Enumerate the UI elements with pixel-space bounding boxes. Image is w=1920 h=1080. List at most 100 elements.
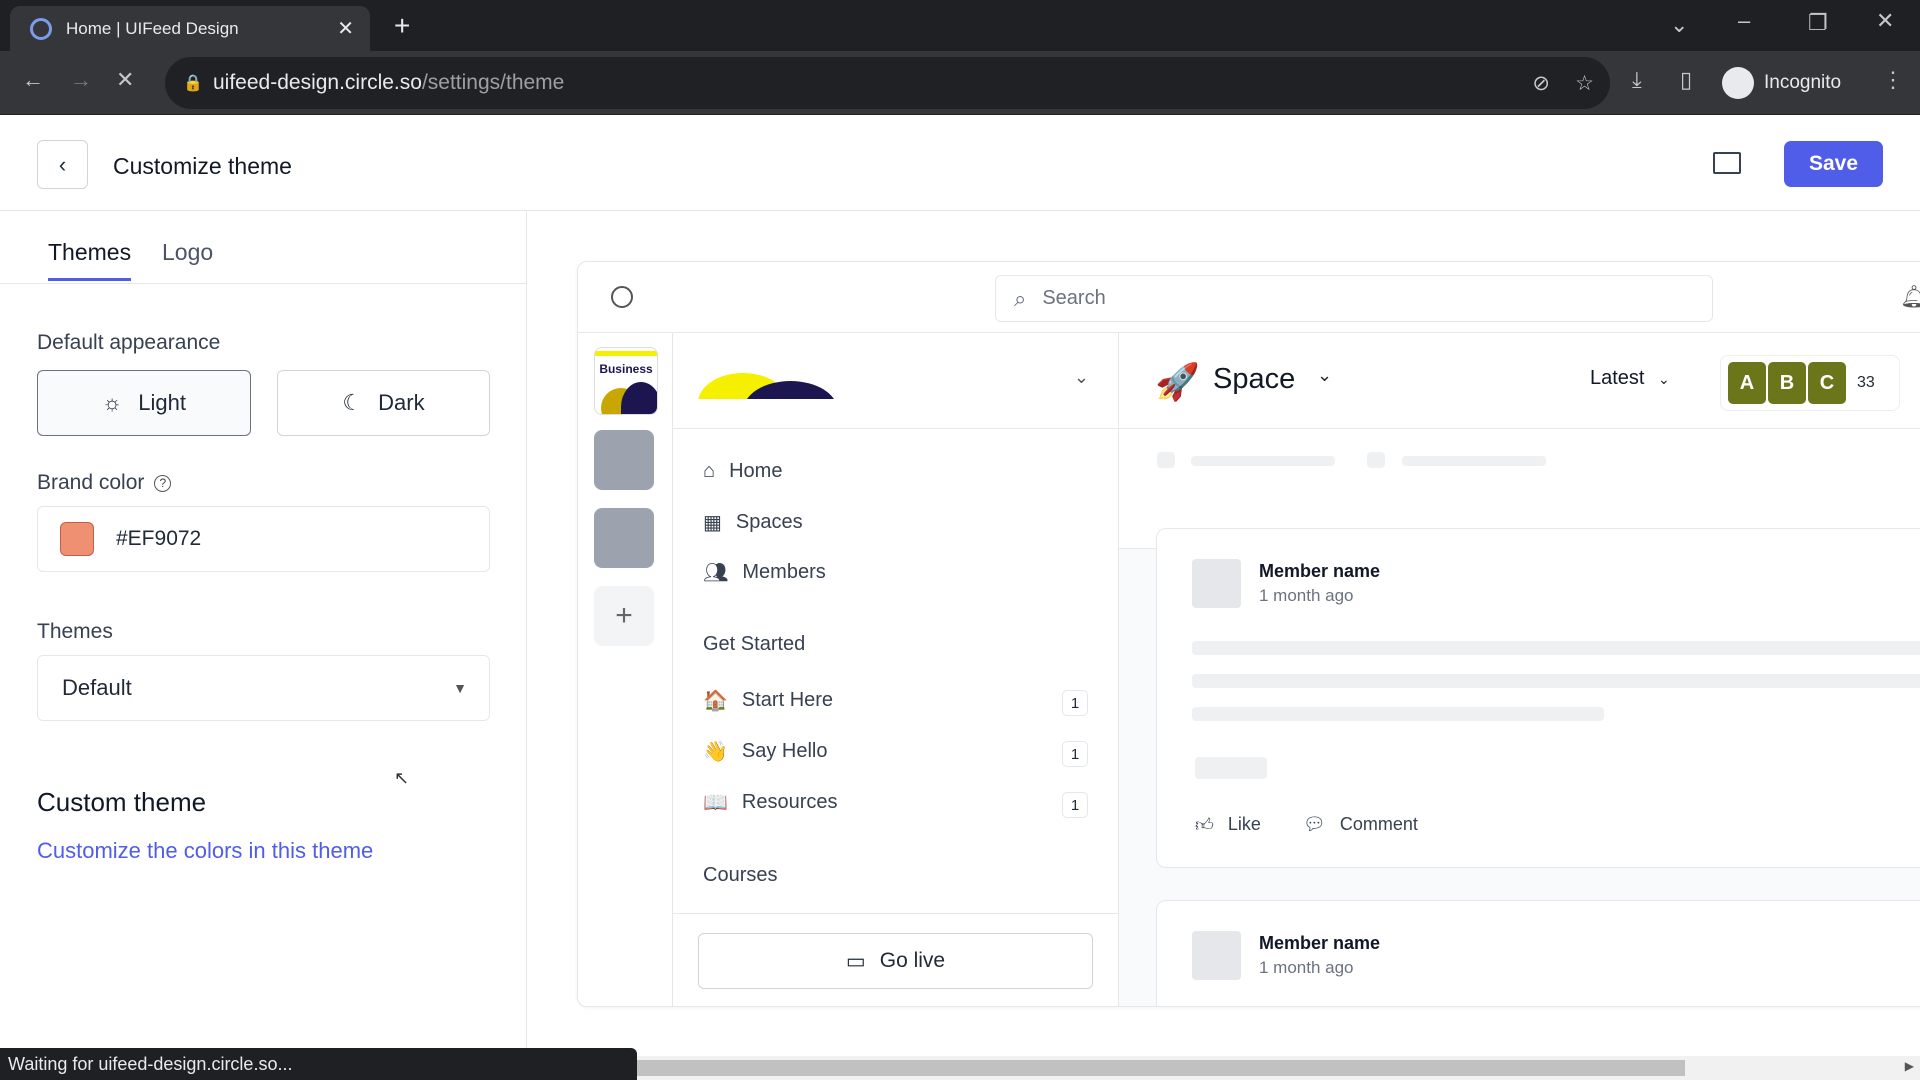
light-label: Light [138, 390, 186, 415]
eye-off-icon[interactable]: ⊘ [1532, 71, 1550, 96]
back-button[interactable]: ‹ [37, 140, 88, 189]
horizontal-scrollbar[interactable]: ▶ [637, 1056, 1920, 1080]
space-start-here[interactable]: 🏠 Start Here [703, 688, 833, 713]
star-icon[interactable]: ☆ [1575, 71, 1594, 96]
group-get-started[interactable]: Get Started [703, 633, 805, 656]
member-name: Member name [1259, 561, 1381, 581]
avatar [1192, 931, 1241, 980]
like-button[interactable]: 👍︎ Like [1195, 814, 1261, 836]
forward-icon[interactable]: → [70, 67, 92, 93]
brand-color-text: Brand color [37, 471, 145, 494]
chevron-down-icon: ⌄ [1073, 367, 1089, 387]
house-icon: 🏠 [703, 690, 728, 712]
minimize-icon[interactable]: – [1738, 8, 1750, 34]
add-community-button[interactable]: + [594, 586, 654, 646]
url-host: uifeed-design.circle.so [213, 71, 422, 94]
scrollbar-thumb[interactable] [637, 1060, 1685, 1076]
theme-preview: ⌕ Search 🔔︎ Business + ⌄ ⌂ Home ▦ Spaces 👥… [577, 261, 1920, 1007]
member-name: Member name [1259, 933, 1381, 953]
theme-select[interactable]: Default ▼ [37, 655, 490, 721]
business-community-logo[interactable]: Business [594, 347, 658, 415]
search-input[interactable]: ⌕ Search [995, 275, 1713, 322]
preview-sidebar: ⌄ ⌂ Home ▦ Spaces 👥︎ Members Get Started 🏠 S… [673, 333, 1119, 1006]
post-time: 1 month ago [1259, 958, 1354, 977]
search-placeholder: Search [1042, 287, 1106, 309]
sort-dropdown[interactable]: Latest ⌄ [1590, 367, 1670, 390]
space-label: Start Here [741, 689, 834, 711]
space-resources[interactable]: 📖 Resources [703, 790, 838, 815]
profile-button[interactable]: Incognito [1722, 65, 1841, 101]
post-card[interactable]: Member name 1 month ago 👍︎ Like 💬︎ Comment [1156, 528, 1920, 868]
new-tab-icon[interactable]: + [394, 10, 410, 42]
scroll-right-icon[interactable]: ▶ [1905, 1059, 1914, 1073]
space-title[interactable]: Space [1213, 363, 1295, 396]
moon-icon: ☾ [342, 390, 363, 415]
browser-tab[interactable]: Home | UIFeed Design ✕ [10, 6, 370, 51]
color-swatch[interactable] [60, 522, 94, 556]
post-card[interactable]: Member name 1 month ago [1156, 900, 1920, 1006]
save-button[interactable]: Save [1784, 141, 1883, 187]
panel-tabs: Themes Logo [0, 211, 526, 284]
url-bar[interactable]: 🔒 uifeed-design.circle.so/settings/theme… [165, 57, 1610, 109]
close-tab-icon[interactable]: ✕ [337, 16, 354, 41]
side-panel-icon[interactable]: ▯ [1680, 67, 1692, 93]
preview-topbar: ⌕ Search 🔔︎ [578, 262, 1920, 333]
themes-label: Themes [37, 620, 113, 643]
restore-icon[interactable]: ❐ [1808, 10, 1828, 36]
community-switcher[interactable]: ⌄ [673, 333, 1119, 429]
help-icon[interactable]: ? [154, 474, 172, 492]
stop-loading-icon[interactable]: ✕ [116, 67, 134, 93]
avatar: C [1807, 361, 1847, 405]
community-icon[interactable] [611, 286, 633, 308]
brand-color-input[interactable]: #EF9072 [37, 506, 490, 572]
tab-title: Home | UIFeed Design [66, 18, 239, 38]
incognito-icon [1722, 67, 1754, 99]
dark-label: Dark [378, 390, 425, 415]
chevron-down-icon: ⌄ [1658, 371, 1670, 387]
light-button[interactable]: ☼ Light [37, 370, 251, 436]
community-item[interactable] [594, 430, 654, 490]
appearance-label: Default appearance [37, 331, 221, 354]
settings-panel: Themes Logo Default appearance ☼ Light ☾ D… [0, 211, 527, 1080]
avatar: A [1727, 361, 1767, 405]
lock-icon: 🔒 [183, 75, 203, 92]
theme-value: Default [62, 675, 132, 700]
tab-themes[interactable]: Themes [48, 239, 132, 281]
space-chevron-icon[interactable]: ⌄ [1317, 365, 1332, 386]
customize-colors-link[interactable]: Customize the colors in this theme [37, 838, 373, 864]
comment-icon: 💬︎ [1303, 814, 1326, 834]
back-icon[interactable]: ← [22, 67, 44, 93]
comment-label: Comment [1339, 814, 1418, 834]
community-rail: Business + [578, 333, 673, 1006]
desktop-preview-icon[interactable] [1713, 152, 1741, 174]
members-avatars[interactable]: A B C 33 [1720, 355, 1900, 411]
menu-icon[interactable]: ⋮ [1882, 67, 1904, 93]
nav-label: Spaces [735, 511, 803, 533]
space-header: 🚀 Space ⌄ Latest ⌄ A B C 33 [1119, 333, 1920, 429]
tab-search-icon[interactable]: ⌄ [1670, 12, 1688, 38]
thumbs-up-icon: 👍︎ [1195, 815, 1214, 835]
download-icon[interactable]: ⤓ [1632, 67, 1642, 93]
close-window-icon[interactable]: ✕ [1876, 8, 1894, 34]
video-icon: ▭ [845, 949, 866, 973]
nav-members[interactable]: 👥︎ Members [703, 560, 826, 585]
bell-icon[interactable]: 🔔︎ [1900, 284, 1920, 310]
count-badge: 1 [1062, 690, 1088, 716]
go-live-button[interactable]: ▭ Go live [698, 933, 1093, 989]
profile-label: Incognito [1764, 72, 1842, 93]
custom-theme-title: Custom theme [37, 787, 207, 817]
users-icon: 👥︎ [703, 562, 729, 584]
nav-spaces[interactable]: ▦ Spaces [703, 510, 803, 535]
space-say-hello[interactable]: 👋 Say Hello [703, 739, 828, 764]
sort-label: Latest [1590, 367, 1645, 389]
tab-logo[interactable]: Logo [162, 239, 213, 266]
group-courses[interactable]: Courses [703, 864, 777, 887]
space-label: Say Hello [741, 740, 828, 762]
community-item[interactable] [594, 508, 654, 568]
avatar: B [1767, 361, 1807, 405]
dark-button[interactable]: ☾ Dark [277, 370, 490, 436]
divider [673, 913, 1119, 914]
comment-button[interactable]: 💬︎ Comment [1303, 814, 1418, 835]
member-count: 33 [1857, 374, 1875, 391]
nav-home[interactable]: ⌂ Home [703, 460, 782, 483]
